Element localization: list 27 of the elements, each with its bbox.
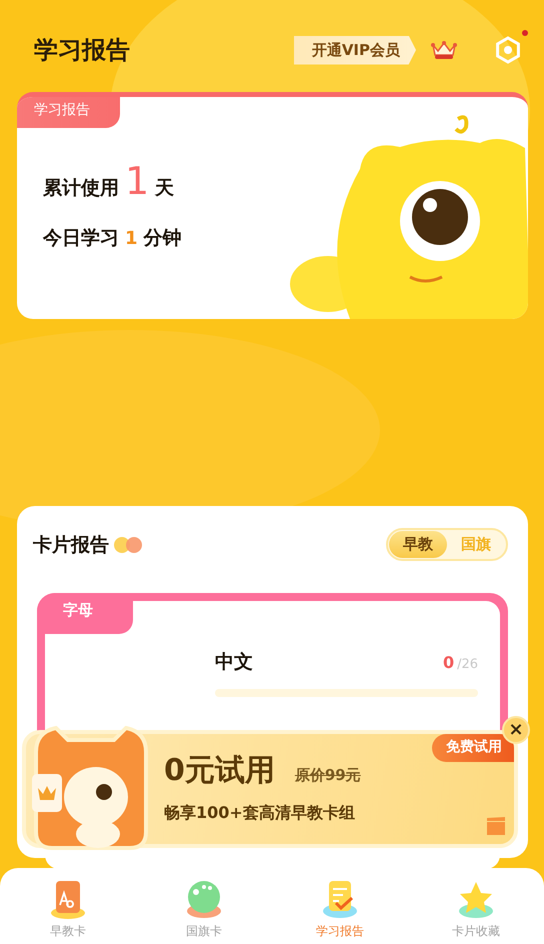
stat-label: 今日学习 bbox=[43, 226, 119, 251]
days-count: 1 bbox=[125, 159, 150, 203]
free-trial-badge: 免费试用 bbox=[432, 734, 514, 762]
vip-button[interactable]: 开通VIP会员 bbox=[294, 36, 416, 64]
page-title: 学习报告 bbox=[34, 35, 130, 66]
learned-count: 0 bbox=[442, 653, 454, 672]
stat-label: 累计使用 bbox=[43, 176, 119, 201]
nav-tab[interactable]: 学习报告 bbox=[272, 868, 408, 944]
segment-tab[interactable]: 国旗 bbox=[447, 531, 505, 558]
ad-subtitle: 畅享100+套高清早教卡组 bbox=[164, 803, 356, 824]
nav-tab[interactable]: 卡片收藏 bbox=[408, 868, 544, 944]
globe-icon bbox=[184, 879, 224, 919]
stat-unit: 天 bbox=[155, 176, 174, 201]
stat-unit: 分钟 bbox=[144, 226, 182, 251]
ad-headline: 0元试用 bbox=[164, 752, 275, 790]
letter-card-icon bbox=[48, 879, 88, 919]
crown-icon[interactable] bbox=[430, 39, 458, 61]
category-name: 中文 bbox=[215, 650, 253, 675]
dots-icon bbox=[113, 536, 145, 554]
original-price: 原价99元 bbox=[294, 766, 361, 785]
category-tab[interactable]: 字母 bbox=[37, 593, 133, 634]
report-check-icon bbox=[320, 879, 360, 919]
section-title: 卡片报告 bbox=[33, 532, 109, 558]
minutes-count: 1 bbox=[125, 228, 138, 249]
nav-tab[interactable]: 早教卡 bbox=[0, 868, 136, 944]
nav-tab[interactable]: 国旗卡 bbox=[136, 868, 272, 944]
segment-tab[interactable]: 早教 bbox=[389, 531, 447, 558]
